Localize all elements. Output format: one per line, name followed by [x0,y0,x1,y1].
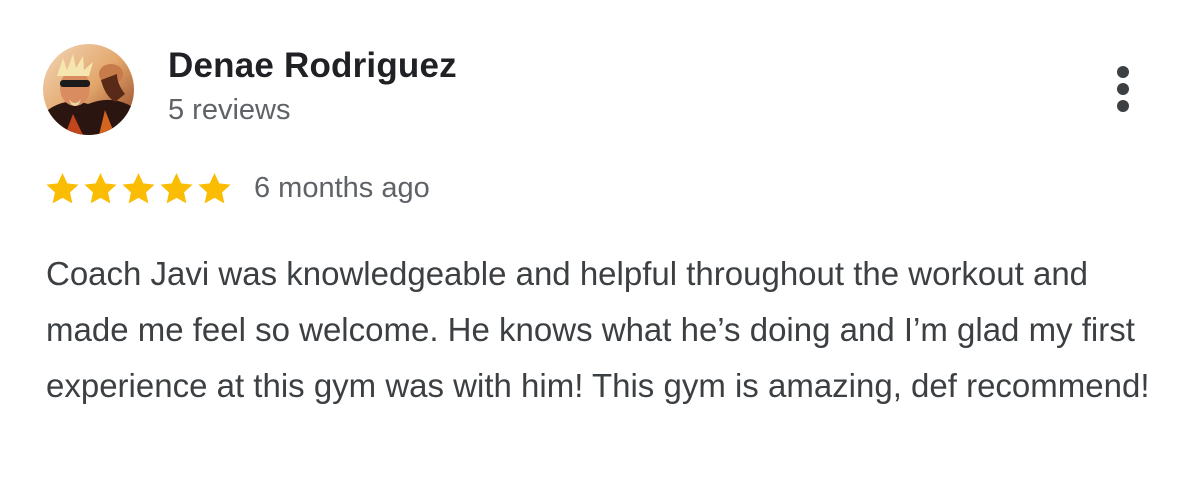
star-icon [82,170,119,206]
star-icon [44,170,81,206]
menu-dot [1117,100,1129,112]
star-icon [158,170,195,206]
avatar[interactable] [43,44,134,135]
more-vert-icon[interactable] [1104,62,1142,116]
avatar-photo [43,44,134,135]
author-name[interactable]: Denae Rodriguez [168,46,457,86]
star-rating [44,170,233,206]
star-icon [120,170,157,206]
review-text: Coach Javi was knowledgeable and helpful… [46,255,1150,404]
author-review-count[interactable]: 5 reviews [168,94,291,127]
menu-dot [1117,83,1129,95]
star-icon [196,170,233,206]
menu-dot [1117,66,1129,78]
rating-row: 6 months ago [44,170,430,206]
review-date: 6 months ago [254,171,430,204]
review-card: Denae Rodriguez 5 reviews 6 months ago C… [0,0,1200,493]
